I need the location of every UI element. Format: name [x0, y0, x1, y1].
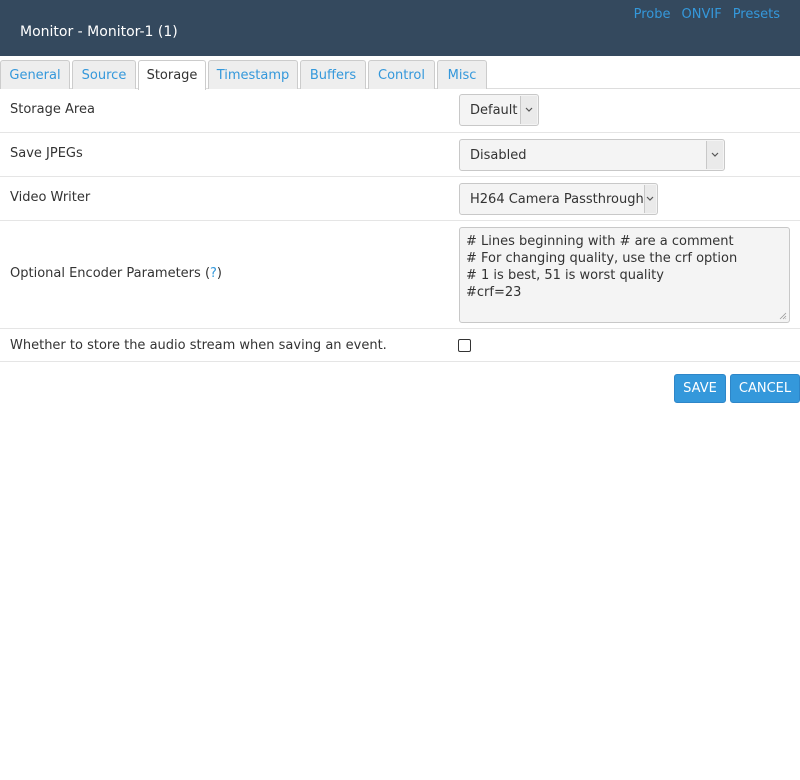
video-writer-value: H264 Camera Passthrough	[470, 191, 644, 207]
encoder-params-textarea[interactable]: # Lines beginning with # are a comment #…	[459, 227, 790, 323]
top-header: Monitor - Monitor-1 (1) Probe ONVIF Pres…	[0, 0, 800, 56]
chevron-down-icon	[520, 96, 537, 124]
page-title: Monitor - Monitor-1 (1)	[20, 24, 178, 40]
chevron-down-icon	[706, 141, 723, 169]
help-close-paren: )	[216, 266, 222, 281]
tab-bar: General Source Storage Timestamp Buffers…	[0, 56, 800, 90]
textarea-line: # Lines beginning with # are a comment	[466, 234, 734, 249]
presets-link[interactable]: Presets	[733, 7, 780, 22]
tab-general[interactable]: General	[0, 60, 70, 89]
encoder-params-label: Optional Encoder Parameters	[10, 266, 201, 281]
resize-handle-icon[interactable]	[779, 312, 787, 320]
video-writer-row: Video Writer H264 Camera Passthrough	[0, 177, 800, 221]
chevron-down-icon	[643, 185, 656, 213]
probe-link[interactable]: Probe	[634, 7, 671, 22]
tab-storage[interactable]: Storage	[138, 60, 206, 90]
tab-buffers[interactable]: Buffers	[300, 60, 366, 89]
video-writer-select[interactable]: H264 Camera Passthrough	[459, 183, 658, 215]
tab-timestamp[interactable]: Timestamp	[208, 60, 298, 89]
audio-label: Whether to store the audio stream when s…	[10, 338, 387, 353]
encoder-params-label-group: Optional Encoder Parameters (?)	[10, 266, 222, 281]
onvif-link[interactable]: ONVIF	[682, 7, 722, 22]
textarea-line: # 1 is best, 51 is worst quality	[466, 268, 664, 283]
audio-checkbox[interactable]	[458, 339, 471, 352]
save-jpegs-row: Save JPEGs Disabled	[0, 133, 800, 177]
tab-misc[interactable]: Misc	[437, 60, 487, 89]
textarea-line: #crf=23	[466, 285, 522, 300]
tab-source[interactable]: Source	[72, 60, 136, 89]
textarea-line: # For changing quality, use the crf opti…	[466, 251, 738, 266]
save-button[interactable]: SAVE	[674, 374, 726, 403]
encoder-params-row: Optional Encoder Parameters (?) # Lines …	[0, 221, 800, 329]
save-jpegs-select[interactable]: Disabled	[459, 139, 725, 171]
cancel-button[interactable]: CANCEL	[730, 374, 800, 403]
storage-area-select[interactable]: Default	[459, 94, 539, 126]
header-links: Probe ONVIF Presets	[634, 7, 780, 22]
save-jpegs-label: Save JPEGs	[10, 146, 83, 161]
storage-area-row: Storage Area Default	[0, 89, 800, 133]
storage-area-label: Storage Area	[10, 102, 95, 117]
video-writer-label: Video Writer	[10, 190, 91, 205]
audio-row: Whether to store the audio stream when s…	[0, 329, 800, 362]
save-jpegs-value: Disabled	[470, 147, 527, 163]
storage-area-value: Default	[470, 102, 518, 118]
tab-control[interactable]: Control	[368, 60, 435, 89]
help-link[interactable]: ?	[210, 266, 217, 281]
